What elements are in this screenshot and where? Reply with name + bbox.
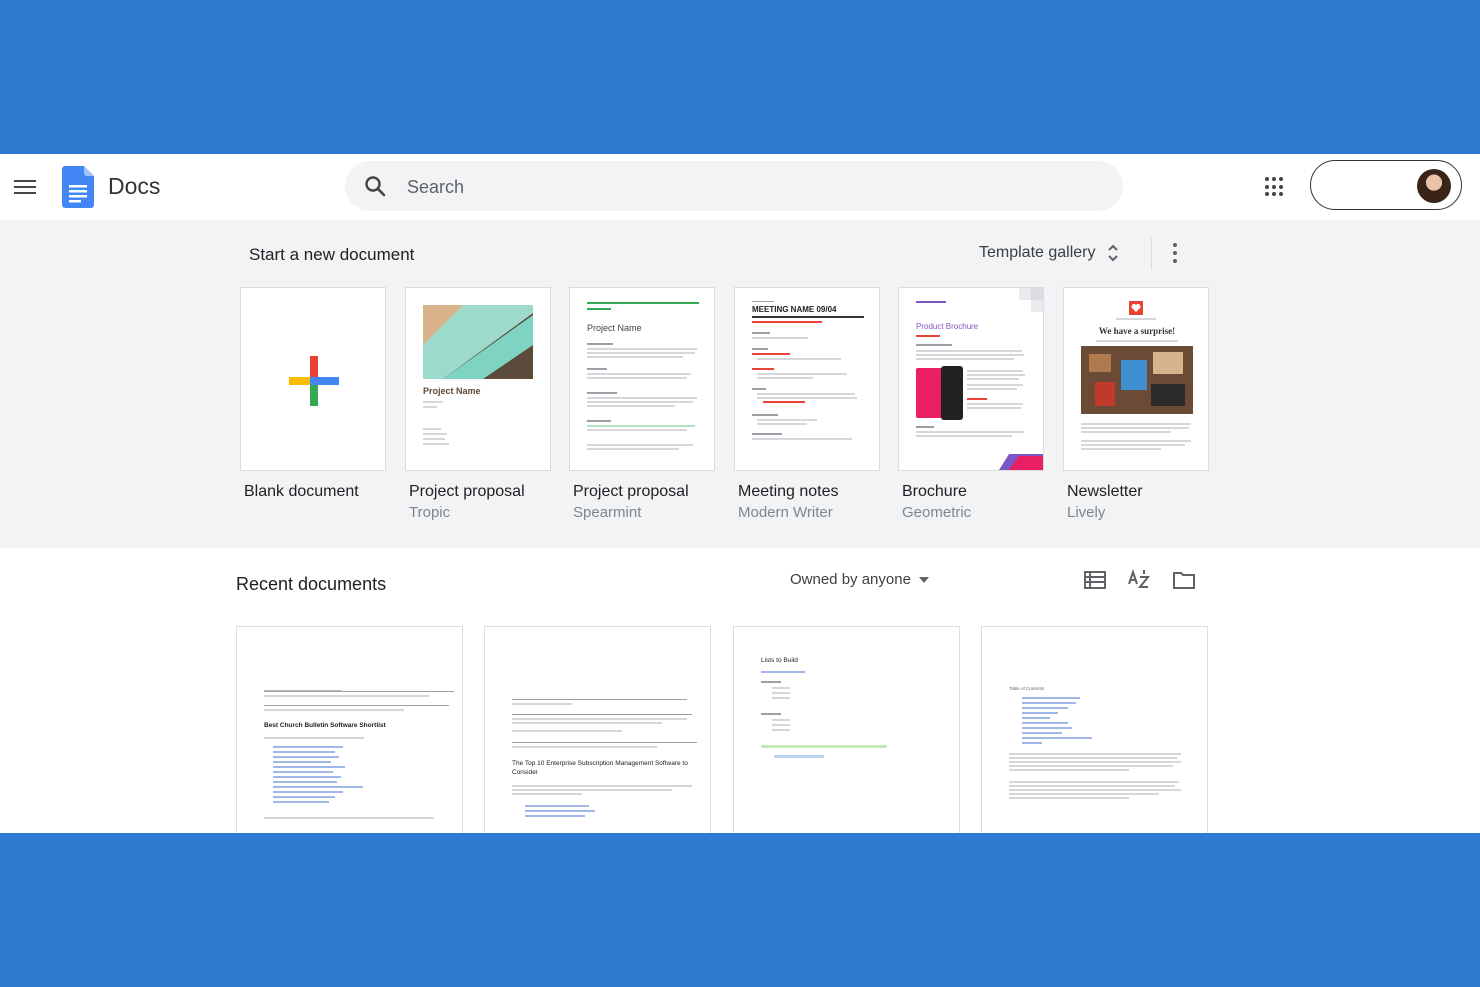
template-section: Start a new document Template gallery Bl…	[0, 220, 1480, 548]
template-gallery-button[interactable]: Template gallery	[979, 242, 1120, 264]
section-heading: Start a new document	[249, 245, 415, 264]
account-button[interactable]	[1310, 160, 1462, 210]
template-subtitle: Modern Writer	[738, 504, 833, 521]
template-title: Newsletter	[1067, 483, 1143, 500]
template-thumbnail[interactable]: Product Brochure	[898, 287, 1044, 471]
owner-filter-dropdown[interactable]: Owned by anyone	[790, 571, 929, 588]
search-icon[interactable]	[363, 174, 387, 198]
template-subtitle: Lively	[1067, 504, 1106, 521]
owner-filter-label: Owned by anyone	[790, 571, 911, 588]
template-thumbnail[interactable]	[240, 287, 386, 471]
recent-document-card[interactable]: Lists to Build	[733, 626, 960, 833]
template-gallery-label: Template gallery	[979, 244, 1096, 261]
template-meeting-notes[interactable]: MEETING NAME 09/04 Meeting notes Modern …	[734, 287, 880, 521]
google-apps-icon[interactable]	[1265, 177, 1285, 197]
caret-down-icon	[918, 576, 929, 583]
docs-logo-icon[interactable]	[62, 166, 94, 208]
template-thumbnail[interactable]: MEETING NAME 09/04	[734, 287, 880, 471]
thumb-project-name: Project Name	[423, 386, 481, 396]
newsletter-photo	[1081, 346, 1193, 414]
folder-icon[interactable]	[1172, 568, 1196, 592]
sort-az-icon[interactable]	[1127, 568, 1151, 592]
thumb-meeting-title: MEETING NAME 09/04	[752, 305, 837, 314]
template-project-proposal-spearmint[interactable]: Project Name Project proposal Spearmint	[569, 287, 715, 521]
template-subtitle: Geometric	[902, 504, 972, 521]
list-view-icon[interactable]	[1083, 568, 1107, 592]
heart-icon	[1129, 301, 1143, 315]
search-bar[interactable]	[345, 161, 1123, 211]
geometric-bottom-graphic	[899, 454, 1043, 470]
template-title: Project proposal	[409, 483, 525, 500]
doc-preview-heading: The Top 10 Enterprise Subscription Manag…	[512, 760, 688, 776]
template-thumbnail[interactable]: Project Name	[405, 287, 551, 471]
doc-preview-heading: Lists to Build	[761, 657, 798, 664]
template-title: Blank document	[244, 483, 359, 500]
tropic-graphic	[423, 305, 533, 379]
template-project-proposal-tropic[interactable]: Project Name Project proposal Tropic	[405, 287, 551, 521]
recent-document-card[interactable]: Best Church Bulletin Software Shortlist	[236, 626, 463, 833]
search-input[interactable]	[405, 169, 1089, 205]
template-subtitle: Tropic	[409, 504, 451, 521]
template-blank[interactable]: Blank document	[240, 287, 386, 504]
template-title: Meeting notes	[738, 483, 839, 500]
avatar[interactable]	[1417, 169, 1451, 203]
divider	[1151, 238, 1152, 270]
template-thumbnail[interactable]: Project Name	[569, 287, 715, 471]
template-title: Brochure	[902, 483, 967, 500]
recent-document-card[interactable]: Table of Contents	[981, 626, 1208, 833]
main-menu-icon[interactable]	[14, 176, 38, 198]
docs-app: Docs Start a new document Template galle…	[0, 154, 1480, 833]
recent-heading: Recent documents	[236, 574, 387, 594]
plus-icon	[289, 356, 339, 406]
template-thumbnail[interactable]: We have a surprise!	[1063, 287, 1209, 471]
doc-preview-heading: Table of Contents	[1009, 686, 1045, 691]
top-bar: Docs	[0, 154, 1480, 220]
template-brochure[interactable]: Product Brochure Brochure Geometric	[898, 287, 1044, 521]
recent-document-card[interactable]: The Top 10 Enterprise Subscription Manag…	[484, 626, 711, 833]
geometric-corner-graphic	[1019, 288, 1043, 312]
more-options-icon[interactable]	[1170, 243, 1180, 265]
unfold-icon	[1107, 244, 1118, 262]
thumb-newsletter-title: We have a surprise!	[1098, 326, 1176, 336]
thumb-project-name: Project Name	[587, 323, 642, 333]
app-name[interactable]: Docs	[108, 173, 160, 200]
template-title: Project proposal	[573, 483, 689, 500]
doc-preview-heading: Best Church Bulletin Software Shortlist	[264, 722, 386, 729]
template-newsletter[interactable]: We have a surprise! Newsletter Lively	[1063, 287, 1209, 521]
thumb-brochure-title: Product Brochure	[916, 322, 979, 331]
template-subtitle: Spearmint	[573, 504, 642, 521]
